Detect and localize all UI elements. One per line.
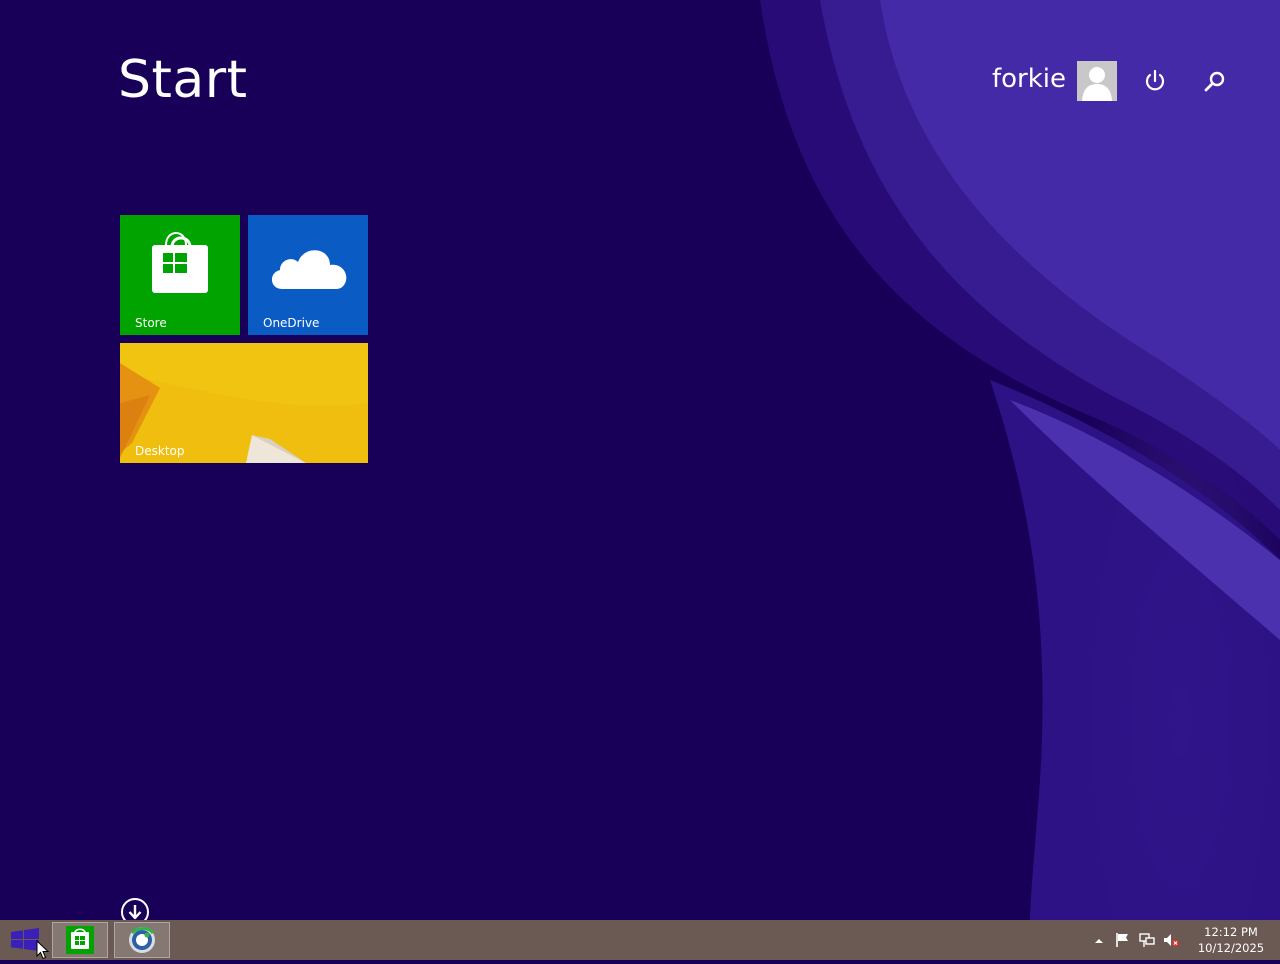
tile-desktop[interactable]: Desktop [120,343,368,463]
search-button[interactable] [1200,66,1230,96]
network-icon[interactable] [1138,932,1156,948]
clock-time: 12:12 PM [1204,925,1258,939]
tile-onedrive[interactable]: OneDrive [248,215,368,335]
internet-explorer-icon [129,927,155,953]
search-icon [1204,71,1225,92]
clock[interactable]: 12:12 PM 10/12/2025 [1196,924,1266,956]
avatar[interactable] [1077,61,1117,101]
taskbar-store-button[interactable] [52,922,108,958]
volume-muted-icon[interactable] [1162,932,1180,948]
tile-label: Store [135,316,167,330]
action-center-flag-icon[interactable] [1114,932,1132,948]
power-icon [1145,69,1165,91]
user-silhouette-icon [1077,61,1117,101]
user-name[interactable]: forkie [992,64,1066,94]
power-button[interactable] [1140,66,1170,96]
show-hidden-icons-arrow[interactable] [1090,932,1108,948]
clock-date: 10/12/2025 [1197,941,1265,955]
tile-label: OneDrive [263,316,320,330]
taskbar: 12:12 PM 10/12/2025 [0,920,1280,960]
mouse-cursor-icon [36,940,50,960]
system-tray: 12:12 PM 10/12/2025 [1090,920,1280,960]
store-bag-icon [152,232,208,293]
tile-label: Desktop [135,444,185,458]
tile-store[interactable]: Store [120,215,240,335]
cloud-icon [271,250,347,289]
taskbar-browser-button[interactable] [114,922,170,958]
page-title: Start [118,50,248,110]
store-icon [66,926,94,954]
